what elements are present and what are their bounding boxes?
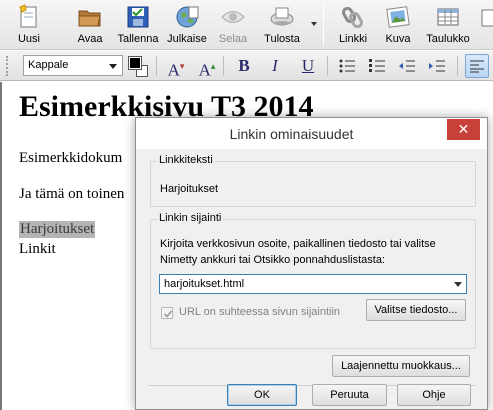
link-location-group-label: Linkin sijainti — [157, 212, 224, 224]
link-button[interactable]: Linkki — [333, 0, 373, 50]
format-separator — [223, 56, 224, 76]
choose-file-button[interactable]: Valitse tiedosto... — [366, 299, 466, 321]
link-properties-dialog: Linkin ominaisuudet ✕ Linkkiteksti Harjo… — [135, 117, 488, 410]
format-separator — [457, 56, 458, 76]
new-label: Uusi — [17, 33, 40, 45]
toolbar-separator — [323, 4, 324, 46]
save-button[interactable]: Tallenna — [114, 0, 162, 50]
image-label: Kuva — [385, 33, 411, 45]
open-folder-icon — [78, 10, 101, 27]
link-text-value: Harjoitukset — [160, 183, 219, 195]
chevron-down-icon — [109, 64, 117, 69]
indent-button[interactable] — [425, 54, 449, 78]
image-icon — [386, 6, 410, 28]
toolbar-grip-icon — [6, 56, 14, 76]
browse-label: Selaa — [218, 33, 248, 45]
table-label: Taulukko — [426, 33, 470, 45]
indent-icon — [429, 60, 445, 72]
link-label: Linkki — [338, 33, 368, 45]
browse-eye-icon — [221, 11, 245, 23]
outdent-button[interactable] — [395, 54, 419, 78]
ok-button[interactable]: OK — [227, 384, 297, 406]
link-text-group-label: Linkkiteksti — [157, 154, 215, 166]
new-button[interactable]: Uusi — [12, 0, 46, 50]
paragraph-style-value: Kappale — [28, 59, 69, 71]
publish-button[interactable]: Julkaise — [164, 0, 210, 50]
numbered-list-button[interactable] — [365, 54, 389, 78]
form-icon — [481, 9, 493, 27]
italic-button[interactable]: I — [263, 54, 287, 78]
underline-button[interactable]: U — [296, 54, 320, 78]
document-paragraph: Esimerkkidokum — [19, 150, 123, 166]
document-paragraph: Ja tämä on toinen — [19, 186, 125, 202]
open-button[interactable]: Avaa — [73, 0, 107, 50]
checkmark-icon — [163, 310, 173, 318]
cancel-button[interactable]: Peruuta — [312, 384, 387, 406]
text-color-swatch — [128, 56, 142, 70]
table-icon — [437, 8, 459, 26]
print-label: Tulosta — [264, 33, 300, 45]
advanced-edit-button[interactable]: Laajennettu muokkaus... — [332, 355, 470, 377]
bullet-list-button[interactable] — [335, 54, 359, 78]
relative-url-label: URL on suhteessa sivun sijaintiin — [179, 306, 341, 318]
link-location-group: Linkin sijainti Kirjoita verkkosivun oso… — [150, 212, 476, 349]
overflow-button[interactable] — [480, 0, 493, 50]
publish-label: Julkaise — [167, 33, 207, 45]
link-text-group: Linkkiteksti Harjoitukset — [150, 154, 476, 207]
main-toolbar: Uusi Avaa Tallenna Julkaise Selaa Tulost… — [0, 0, 493, 50]
font-smaller-button[interactable]: A▾ — [164, 54, 188, 80]
open-label: Avaa — [77, 33, 103, 45]
bold-label: B — [238, 56, 250, 75]
bold-button[interactable]: B — [232, 54, 256, 78]
save-icon — [127, 6, 149, 28]
close-button[interactable]: ✕ — [447, 119, 480, 140]
print-icon — [270, 7, 294, 26]
underline-label: U — [301, 56, 315, 75]
link-chain-icon — [342, 6, 363, 29]
font-smaller-label: A — [167, 60, 180, 80]
help-button[interactable]: Ohje — [397, 384, 471, 406]
table-button[interactable]: Taulukko — [422, 0, 474, 50]
align-left-button[interactable] — [465, 54, 489, 78]
image-button[interactable]: Kuva — [381, 0, 415, 50]
url-input[interactable]: harjoitukset.html — [159, 274, 467, 294]
format-separator — [327, 56, 328, 76]
font-larger-label: A — [198, 60, 211, 80]
format-toolbar: Kappale A▾ A▴ B I U — [0, 51, 493, 81]
browse-button[interactable]: Selaa — [216, 0, 250, 50]
align-left-icon — [470, 60, 484, 73]
document-paragraph: Linkit — [19, 241, 56, 257]
selected-link-text[interactable]: Harjoitukset — [19, 221, 96, 238]
new-document-icon — [19, 4, 37, 28]
text-color-button[interactable] — [127, 54, 151, 78]
dialog-title: Linkin ominaisuudet — [229, 126, 354, 142]
print-dropdown-arrow-icon[interactable] — [311, 22, 317, 26]
dialog-titlebar[interactable]: Linkin ominaisuudet ✕ — [136, 118, 487, 149]
format-separator — [156, 56, 157, 76]
print-button[interactable]: Tulosta — [258, 0, 306, 50]
font-larger-button[interactable]: A▴ — [195, 54, 219, 80]
outdent-icon — [399, 60, 415, 72]
bullet-list-icon — [339, 59, 355, 73]
paragraph-style-select[interactable]: Kappale — [23, 55, 123, 76]
relative-url-checkbox[interactable] — [161, 307, 173, 319]
save-label: Tallenna — [117, 33, 159, 45]
dialog-body: Linkkiteksti Harjoitukset Linkin sijaint… — [136, 149, 487, 409]
url-value: harjoitukset.html — [164, 278, 245, 290]
numbered-list-icon — [369, 59, 385, 72]
location-instructions: Kirjoita verkkosivun osoite, paikallinen… — [160, 238, 436, 266]
close-icon: ✕ — [457, 121, 470, 137]
italic-label: I — [272, 56, 278, 75]
chevron-down-icon[interactable] — [454, 282, 462, 287]
publish-globe-icon — [176, 6, 199, 28]
